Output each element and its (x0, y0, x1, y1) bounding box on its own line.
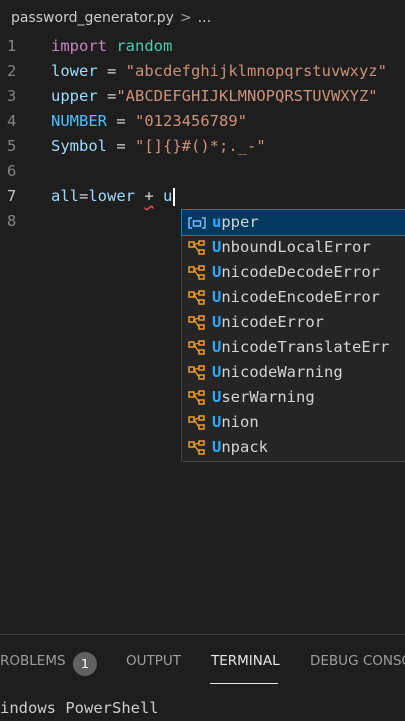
suggestion-item[interactable]: UnicodeDecodeError (182, 260, 405, 285)
line-number: 2 (7, 62, 17, 80)
code-token: = (97, 87, 117, 105)
code-text[interactable]: lower = "abcdefghijklmnopqrstuvwxyz" (51, 59, 387, 84)
code-line[interactable]: 7 all=lower + u (0, 184, 405, 209)
code-token: u (163, 187, 173, 205)
breadcrumb-separator: > (179, 10, 192, 26)
tab-terminal[interactable]: TERMINAL (211, 653, 280, 669)
terminal-output-line[interactable]: indows PowerShell (0, 699, 159, 717)
code-line[interactable]: 2 lower = "abcdefghijklmnopqrstuvwxyz" (0, 59, 405, 84)
suggestion-match-text: U (212, 313, 222, 331)
breadcrumb-file[interactable]: password_generator.py (11, 10, 174, 26)
text-cursor (173, 187, 176, 206)
suggestion-label: nicodeDecodeError (221, 263, 380, 281)
code-line[interactable]: 1 import random (0, 34, 405, 59)
suggestion-item[interactable]: UnicodeEncodeError (182, 285, 405, 310)
suggestion-match-text: U (212, 438, 222, 456)
suggestion-item[interactable]: Unpack (182, 435, 405, 460)
suggestion-match-text: U (212, 288, 222, 306)
code-token: lower (51, 62, 98, 80)
code-token: "ABCDEFGHIJKLMNOPQRSTUVWXYZ" (116, 87, 378, 105)
class-icon (186, 439, 208, 456)
code-token: NUMBER (51, 112, 107, 130)
line-number: 1 (7, 37, 17, 55)
suggestion-match-text: U (212, 238, 222, 256)
suggestion-item[interactable]: UnicodeTranslateErr (182, 335, 405, 360)
suggestion-item[interactable]: u pper (181, 209, 405, 236)
suggestion-item[interactable]: UserWarning (182, 385, 405, 410)
code-token: = (107, 112, 135, 130)
breadcrumb-more[interactable]: ... (198, 10, 211, 26)
code-token: = (97, 62, 126, 80)
suggestion-label: serWarning (221, 388, 315, 406)
code-token: Symbol (51, 137, 107, 155)
suggestion-match-text: u (212, 213, 222, 231)
code-token: "[]{}#()*;._-" (135, 137, 266, 155)
code-line[interactable]: 3 upper ="ABCDEFGHIJKLMNOPQRSTUVWXYZ" (0, 84, 405, 109)
class-icon (186, 364, 208, 381)
code-text[interactable]: Symbol = "[]{}#()*;._-" (51, 134, 266, 159)
suggestion-label: npack (221, 438, 269, 456)
suggestion-item[interactable]: UnicodeWarning (182, 360, 405, 385)
tab-output[interactable]: OUTPUT (126, 653, 181, 669)
class-icon (186, 414, 208, 431)
suggestion-item[interactable]: UnboundLocalError (182, 235, 405, 260)
code-token: all (51, 187, 79, 205)
code-line[interactable]: 5 Symbol = "[]{}#()*;._-" (0, 134, 405, 159)
code-token: + (144, 187, 154, 205)
suggestion-item[interactable]: UnicodeError (182, 310, 405, 335)
code-token: lower (88, 187, 136, 205)
code-token: upper (51, 87, 98, 105)
code-text[interactable]: all=lower + u (51, 184, 176, 209)
code-token: import (51, 37, 107, 55)
code-line[interactable]: 6 (0, 159, 405, 184)
code-token: = (107, 137, 135, 155)
autocomplete-suggestion-list[interactable]: u pper UnboundLocalError UnicodeDecodeError… (181, 209, 405, 462)
active-tab-indicator (210, 683, 278, 684)
class-icon (186, 289, 208, 306)
class-icon (186, 264, 208, 281)
suggestion-label: nicodeTranslateErr (221, 338, 390, 356)
line-number: 4 (7, 112, 17, 130)
suggestion-match-text: U (212, 413, 222, 431)
suggestion-label: nicodeEncodeError (221, 288, 380, 306)
suggestion-label: pper (221, 213, 259, 231)
code-token: "abcdefghijklmnopqrstuvwxyz" (125, 62, 387, 80)
suggestion-label: nion (221, 413, 259, 431)
suggestion-match-text: U (212, 338, 222, 356)
code-token: random (116, 37, 173, 55)
suggestion-item[interactable]: Union (182, 410, 405, 435)
code-text[interactable]: import random (51, 34, 172, 59)
suggestion-label: nicodeWarning (221, 363, 343, 381)
problems-count-badge: 1 (73, 652, 97, 676)
tab-problems[interactable]: ROBLEMS (0, 653, 66, 669)
class-icon (186, 239, 208, 256)
line-number: 8 (7, 212, 17, 230)
class-icon (186, 389, 208, 406)
code-token: "0123456789" (135, 112, 247, 130)
class-icon (186, 314, 208, 331)
code-text[interactable]: NUMBER = "0123456789" (51, 109, 247, 134)
line-number: 6 (7, 162, 17, 180)
suggestion-match-text: U (212, 363, 222, 381)
line-number: 7 (7, 187, 17, 205)
code-text[interactable]: upper ="ABCDEFGHIJKLMNOPQRSTUVWXYZ" (51, 84, 378, 109)
bottom-panel: ROBLEMS 1 OUTPUT TERMINAL DEBUG CONSO in… (0, 634, 405, 721)
suggestion-match-text: U (212, 388, 222, 406)
code-token: = (79, 187, 89, 205)
suggestion-label: nboundLocalError (221, 238, 371, 256)
code-line[interactable]: 4 NUMBER = "0123456789" (0, 109, 405, 134)
suggestion-match-text: U (212, 263, 222, 281)
suggestion-label: nicodeError (221, 313, 324, 331)
tab-debug-console[interactable]: DEBUG CONSO (310, 653, 405, 669)
class-icon (186, 339, 208, 356)
breadcrumb: password_generator.py > ... (0, 0, 405, 36)
variable-icon (186, 216, 208, 230)
line-number: 3 (7, 87, 17, 105)
line-number: 5 (7, 137, 17, 155)
